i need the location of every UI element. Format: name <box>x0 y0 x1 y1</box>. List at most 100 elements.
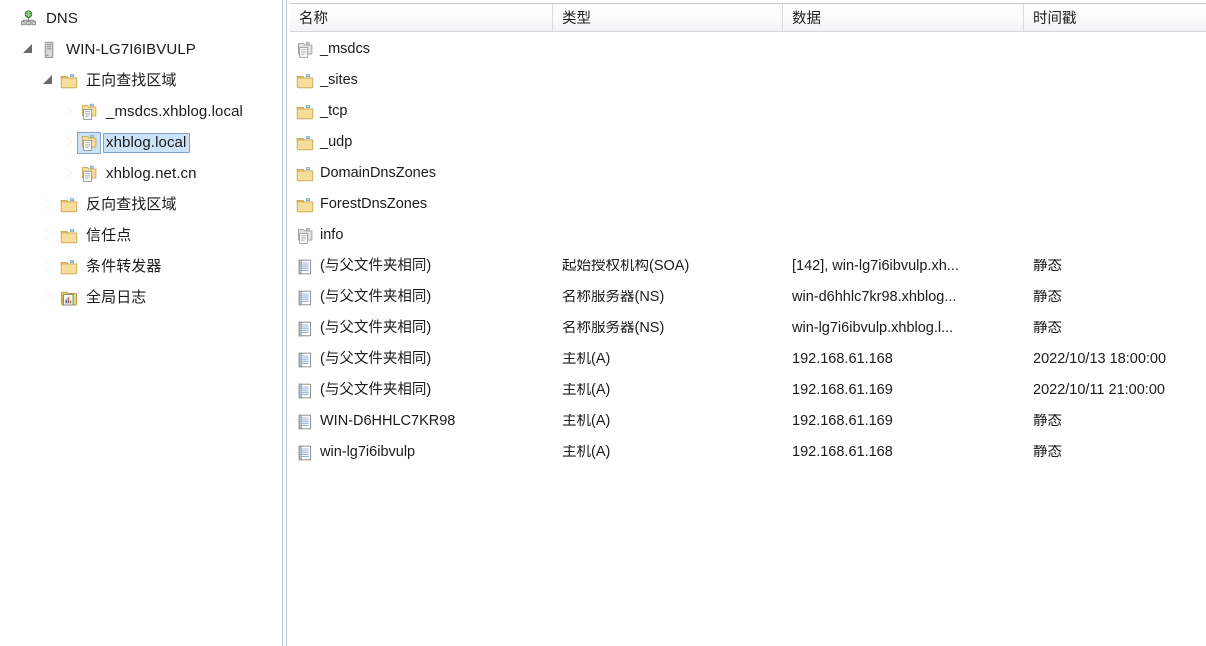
cell-type <box>553 80 783 81</box>
tree-item-8[interactable]: 条件转发器 <box>0 251 281 282</box>
table-row[interactable]: (与父文件夹相同) 主机(A) 192.168.61.168 2022/10/13 1… <box>290 344 1206 375</box>
column-header-data[interactable]: 数据 <box>783 4 1024 31</box>
cell-type <box>553 204 783 205</box>
table-row[interactable]: (与父文件夹相同) 起始授权机构(SOA) [142], win-lg7i6ibvu… <box>290 251 1206 282</box>
table-row[interactable]: _msdcs <box>290 34 1206 65</box>
tree-item-5[interactable]: xhblog.net.cn <box>0 158 281 189</box>
expand-arrow-down-icon[interactable] <box>40 71 58 91</box>
cell-text: 2022/10/11 21:00:00 <box>1033 382 1165 398</box>
cell-stamp <box>1024 173 1206 174</box>
folder-icon <box>294 195 316 215</box>
cell-name: (与父文件夹相同) <box>290 381 553 401</box>
expand-arrow-right-icon[interactable] <box>40 195 58 215</box>
cell-data <box>783 80 1024 81</box>
cell-data: win-d6hhlc7kr98.xhblog... <box>783 290 1024 306</box>
column-header-type[interactable]: 类型 <box>553 4 783 31</box>
tree-item-6[interactable]: 反向查找区域 <box>0 189 281 220</box>
cell-text: 192.168.61.169 <box>792 382 893 398</box>
table-row[interactable]: _tcp <box>290 96 1206 127</box>
table-row[interactable]: WIN-D6HHLC7KR98 主机(A) 192.168.61.169 静态 <box>290 406 1206 437</box>
tree-item-label: _msdcs.xhblog.local <box>106 102 243 120</box>
cell-type <box>553 173 783 174</box>
tree-item-label: 反向查找区域 <box>86 195 177 213</box>
folder-icon <box>58 71 80 91</box>
records-list-pane[interactable]: 名称 类型 数据 时间戳 _msdcs _sites _tcp _udp DomainDnsZ… <box>290 0 1206 646</box>
tree-item-3[interactable]: _msdcs.xhblog.local <box>0 96 281 127</box>
table-row[interactable]: DomainDnsZones <box>290 158 1206 189</box>
column-header-name[interactable]: 名称 <box>290 4 553 31</box>
navigation-tree-pane[interactable]: DNS WIN-LG7I6IBVULP 正向查找区域 _msdcs.xhblog.lo… <box>0 0 281 646</box>
cell-text: [142], win-lg7i6ibvulp.xh... <box>792 258 959 274</box>
record-icon <box>294 257 316 277</box>
cell-data <box>783 204 1024 205</box>
cell-text: win-lg7i6ibvulp.xhblog.l... <box>792 320 954 336</box>
cell-text: 主机(A) <box>562 413 611 429</box>
cell-data <box>783 111 1024 112</box>
cell-text: 192.168.61.169 <box>792 413 893 429</box>
cell-text: win-d6hhlc7kr98.xhblog... <box>792 289 957 305</box>
cell-stamp: 静态 <box>1024 414 1206 430</box>
folder-icon <box>58 226 80 246</box>
cell-text: ForestDnsZones <box>320 195 428 212</box>
tree-item-1[interactable]: WIN-LG7I6IBVULP <box>0 34 281 65</box>
expand-arrow-right-icon[interactable] <box>60 133 78 153</box>
cell-name: (与父文件夹相同) <box>290 288 553 308</box>
tree-item-2[interactable]: 正向查找区域 <box>0 65 281 96</box>
expand-arrow-right-icon[interactable] <box>40 257 58 277</box>
cell-text: _msdcs <box>320 40 370 57</box>
cell-data: win-lg7i6ibvulp.xhblog.l... <box>783 321 1024 337</box>
table-row[interactable]: _udp <box>290 127 1206 158</box>
cell-text: 静态 <box>1033 444 1062 460</box>
folder-icon <box>294 164 316 184</box>
table-row[interactable]: ForestDnsZones <box>290 189 1206 220</box>
cell-type: 名称服务器(NS) <box>553 290 783 306</box>
cell-type: 主机(A) <box>553 445 783 461</box>
expand-arrow-right-icon[interactable] <box>40 226 58 246</box>
cell-text: 静态 <box>1033 289 1062 305</box>
tree-item-label: 条件转发器 <box>86 257 162 275</box>
cell-text: (与父文件夹相同) <box>320 288 432 305</box>
cell-name: ForestDnsZones <box>290 195 553 215</box>
cell-type: 主机(A) <box>553 414 783 430</box>
expand-arrow-right-icon[interactable] <box>60 102 78 122</box>
table-row[interactable]: (与父文件夹相同) 名称服务器(NS) win-lg7i6ibvulp.xhblog… <box>290 313 1206 344</box>
cell-type: 名称服务器(NS) <box>553 321 783 337</box>
expand-arrow-down-icon[interactable] <box>20 40 38 60</box>
server-icon <box>38 40 60 60</box>
global-logs-icon <box>58 288 80 308</box>
cell-type <box>553 235 783 236</box>
cell-text: _udp <box>320 133 353 150</box>
cell-data <box>783 235 1024 236</box>
list-column-header[interactable]: 名称 类型 数据 时间戳 <box>290 3 1206 32</box>
cell-stamp: 静态 <box>1024 445 1206 461</box>
table-row[interactable]: info <box>290 220 1206 251</box>
cell-type: 起始授权机构(SOA) <box>553 259 783 275</box>
pane-splitter[interactable] <box>281 0 290 646</box>
cell-name: DomainDnsZones <box>290 164 553 184</box>
expand-arrow-right-icon[interactable] <box>60 164 78 184</box>
cell-name: (与父文件夹相同) <box>290 257 553 277</box>
folder-icon <box>294 102 316 122</box>
tree-item-label: xhblog.net.cn <box>106 164 197 182</box>
cell-text: DomainDnsZones <box>320 164 437 181</box>
table-row[interactable]: (与父文件夹相同) 名称服务器(NS) win-d6hhlc7kr98.xhblog… <box>290 282 1206 313</box>
dns-manager-console: DNS WIN-LG7I6IBVULP 正向查找区域 _msdcs.xhblog.lo… <box>0 0 1206 646</box>
records-list-body[interactable]: _msdcs _sites _tcp _udp DomainDnsZones Forest… <box>290 34 1206 646</box>
tree-item-label: WIN-LG7I6IBVULP <box>66 40 196 58</box>
tree-item-label: xhblog.local <box>103 132 191 153</box>
cell-type: 主机(A) <box>553 352 783 368</box>
tree-item-4[interactable]: xhblog.local <box>0 127 281 158</box>
cell-text: 192.168.61.168 <box>792 351 893 367</box>
tree-item-0[interactable]: DNS <box>0 3 281 34</box>
expand-arrow-right-icon[interactable] <box>40 288 58 308</box>
table-row[interactable]: (与父文件夹相同) 主机(A) 192.168.61.169 2022/10/11 2… <box>290 375 1206 406</box>
column-header-stamp[interactable]: 时间戳 <box>1024 4 1206 31</box>
column-header-label: 名称 <box>299 11 328 27</box>
table-row[interactable]: _sites <box>290 65 1206 96</box>
cell-type <box>553 142 783 143</box>
table-row[interactable]: win-lg7i6ibvulp 主机(A) 192.168.61.168 静态 <box>290 437 1206 468</box>
cell-data <box>783 142 1024 143</box>
cell-stamp <box>1024 111 1206 112</box>
tree-item-7[interactable]: 信任点 <box>0 220 281 251</box>
tree-item-9[interactable]: 全局日志 <box>0 282 281 313</box>
